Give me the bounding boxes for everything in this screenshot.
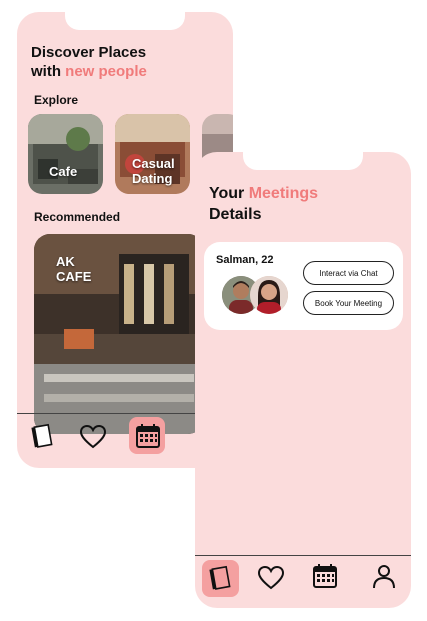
calendar-icon[interactable] (312, 563, 338, 589)
page-title: Your Meetings Details (209, 183, 318, 225)
phone-notch (65, 12, 185, 30)
title-line-1: Your Meetings (209, 183, 318, 204)
recommended-title-line1: AK (56, 254, 75, 269)
bottom-nav-divider (195, 555, 411, 556)
explore-item-label: Cafe (49, 164, 78, 179)
calendar-icon[interactable] (135, 423, 161, 449)
match-name: Salman, 22 (216, 254, 274, 266)
title-accent: new people (65, 63, 147, 80)
meeting-card: Salman, 22 Interact via Chat Book Your M… (204, 242, 403, 330)
interact-via-chat-button[interactable]: Interact via Chat (303, 261, 394, 285)
avatar-female (250, 276, 288, 314)
recommended-title-line2: CAFE (56, 269, 92, 284)
explore-item-cafe[interactable]: Cafe (28, 114, 103, 194)
title-prefix: Your (209, 185, 249, 202)
title-line-2: Details (209, 206, 262, 223)
cafe-photo (28, 114, 103, 194)
heart-icon[interactable] (257, 565, 285, 591)
title-prefix: with (31, 63, 66, 80)
notebook-icon[interactable] (30, 423, 54, 449)
title-accent: Meetings (248, 185, 319, 202)
meetings-screen: Your Meetings Details Salman, 22 Interac… (195, 152, 411, 608)
explore-item-casual-dating[interactable]: Casual Dating (115, 114, 190, 194)
title-line-1: Discover Places (31, 44, 147, 61)
explore-label: Explore (34, 93, 79, 107)
heart-icon[interactable] (79, 424, 107, 450)
recommended-item-ak-cafe[interactable]: AK CAFE (34, 234, 204, 434)
explore-item-label: Casual Dating (132, 156, 175, 186)
recommended-title: AK CAFE (56, 254, 91, 284)
recommended-label: Recommended (34, 210, 121, 224)
phone-notch (243, 152, 363, 170)
book-meeting-button[interactable]: Book Your Meeting (303, 291, 394, 315)
title-line-2: with new people (31, 62, 147, 81)
page-title: Discover Places with new people (31, 43, 147, 81)
person-icon[interactable] (372, 564, 396, 590)
notebook-icon[interactable] (208, 565, 232, 591)
